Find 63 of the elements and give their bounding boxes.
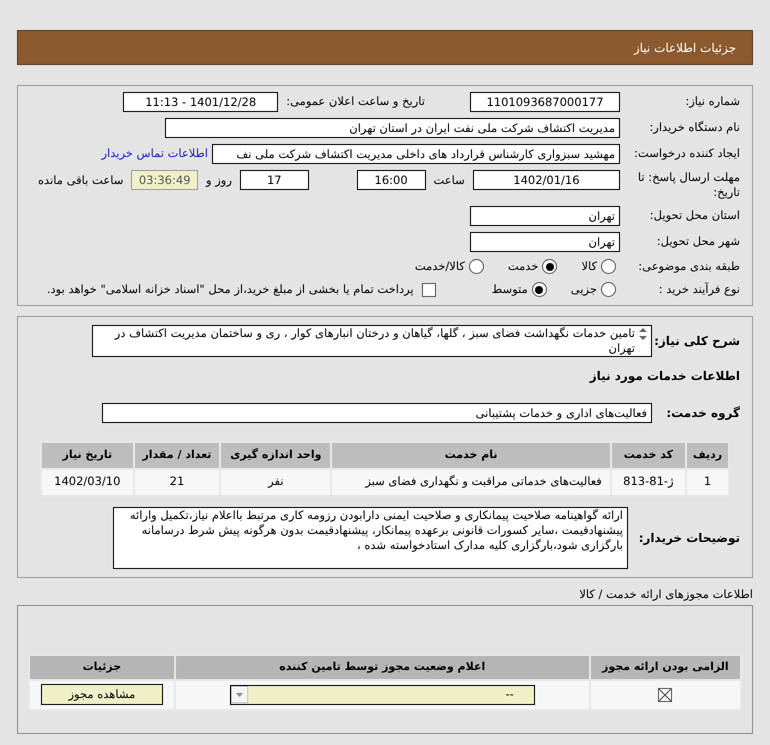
text-field[interactable]: 1401/12/28 - 11:13 — [123, 92, 278, 112]
column-header: تعداد / مقدار — [134, 442, 220, 468]
radio-button[interactable] — [468, 259, 484, 274]
page-title: جزئیات اطلاعات نیاز — [634, 40, 736, 56]
radio-button[interactable] — [601, 282, 616, 298]
radio-button[interactable] — [601, 259, 616, 274]
text-field[interactable]: 1101093687000177 — [470, 92, 620, 112]
view-permit-button[interactable]: مشاهده مجوز — [40, 684, 163, 706]
text-field[interactable]: تهران — [470, 206, 620, 226]
field-label: روز و — [206, 172, 232, 189]
notes-textarea[interactable]: ارائه گواهینامه صلاحیت پیمانکاری و صلاحیت ایمنی دارابودن رزومه کاری مرتبط بااعلام نیاز،تکمیل وارائه پیشنهادقیمت ،سایر کسورات قانونی برعهده پیمانکار، پیشنهادقیمت بدون هرگونه پیش شرط درسامانه بارگزاری شود،بارگزاری کلیه مدارک استادخواسته شده ، — [113, 506, 628, 568]
table-cell: نفر — [220, 468, 332, 496]
checkbox-label: پرداخت تمام یا بخشی از مبلغ خرید،از محل "اسناد خزانه اسلامی" خواهد بود. — [46, 281, 414, 298]
field-label: مهلت ارسال پاسخ: تا تاریخ: — [636, 170, 740, 200]
column-header: اعلام وضعیت مجوز توسط تامین کننده — [174, 654, 590, 680]
status-dropdown[interactable]: -- — [230, 684, 535, 705]
field-label: شهر محل تحویل: — [656, 233, 740, 250]
field-label: ساعت — [434, 172, 465, 189]
column-header: کد خدمت — [610, 442, 686, 468]
checkbox[interactable] — [422, 282, 436, 297]
column-header: ردیف — [686, 442, 729, 468]
text-field[interactable]: 16:00 — [356, 170, 426, 190]
contact-link[interactable]: اطلاعات تماس خریدار — [101, 145, 208, 163]
text-field[interactable]: تهران — [470, 232, 620, 252]
table-cell: 1402/03/10 — [41, 468, 134, 496]
table-cell: فعالیت‌های خدماتی مراقبت و نگهداری فضای سبز — [331, 468, 611, 496]
radio-label: جزیی — [570, 281, 597, 298]
field-label: توضیحات خریدار: — [638, 530, 740, 546]
dropdown-arrow-icon — [230, 686, 248, 704]
radio-label: متوسط — [492, 281, 528, 298]
scroll-arrows-icon — [639, 328, 647, 340]
radio-label: کالا/خدمت — [414, 258, 465, 275]
field-label: ساعت باقی مانده — [38, 172, 124, 189]
table-cell: ژ-81-813 — [610, 468, 686, 496]
section-title: اطلاعات مجوزهای ارائه خدمت / کالا — [579, 586, 753, 600]
column-header: جزئیات — [29, 654, 175, 680]
column-header: تاریخ نیاز — [41, 442, 134, 468]
field-label: شماره نیاز: — [684, 93, 740, 110]
countdown-field: 03:36:49 — [131, 170, 198, 190]
radio-button[interactable] — [542, 259, 558, 274]
field-label: نام دستگاه خریدار: — [648, 119, 740, 136]
text-field[interactable]: مدیریت اکتشاف شرکت ملی نفت ایران در استان تهران — [165, 118, 620, 138]
column-header: نام خدمت — [331, 442, 611, 468]
text-field[interactable]: 1402/01/16 — [472, 170, 620, 190]
table-cell: 21 — [134, 468, 220, 496]
field-label: شرح کلی نیاز: — [653, 332, 740, 350]
radio-button[interactable] — [532, 282, 547, 298]
field-label: ایجاد کننده درخواست: — [633, 145, 740, 162]
radio-label: کالا — [581, 258, 597, 275]
field-label: طبقه بندی موضوعی: — [640, 258, 740, 275]
text-field[interactable]: مهشید سبزواری کارشناس قرارداد های داخلی مدیریت اکتشاف شرکت ملی نف — [212, 144, 620, 164]
column-header: واحد اندازه گیری — [220, 442, 332, 468]
column-header: الزامی بودن ارائه مجوز — [590, 654, 741, 680]
field-label: استان محل تحویل: — [648, 207, 740, 224]
field-label: نوع فرآیند خرید : — [658, 281, 740, 298]
table-cell: 1 — [686, 468, 729, 496]
text-field[interactable]: فعالیت‌های اداری و خدمات پشتیبانی — [102, 402, 652, 422]
section-title: اطلاعات خدمات مورد نیاز — [588, 368, 740, 384]
radio-label: خدمت — [508, 258, 538, 275]
field-label: تاریخ و ساعت اعلان عمومی: — [286, 93, 425, 110]
text-field[interactable]: 17 — [240, 170, 309, 190]
field-label: گروه خدمت: — [665, 404, 740, 422]
summary-textarea[interactable]: تامین خدمات نگهداشت فضای سبز ، گلها، گیاهان و درختان انبارهای کوار ، ری و ساختمان مدیریت اکتشاف در تهران — [92, 324, 652, 356]
